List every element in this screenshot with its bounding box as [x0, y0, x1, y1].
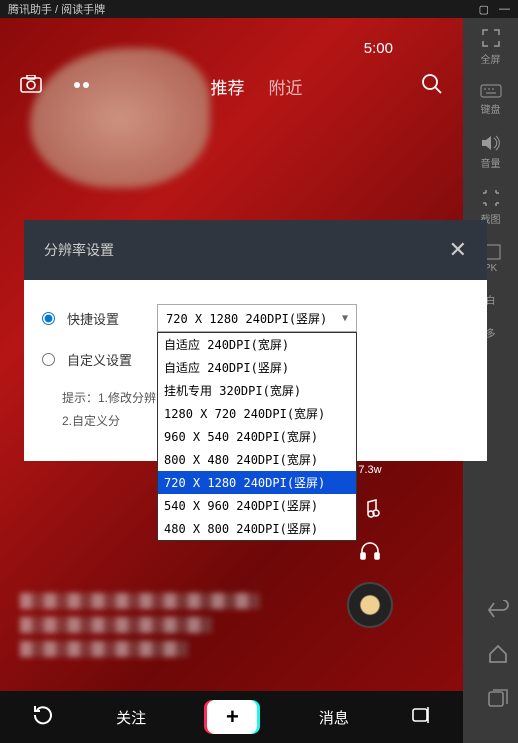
search-icon[interactable]: [421, 73, 443, 100]
app-title: 腾讯助手 / 阅读手牌: [8, 1, 105, 17]
radio-quick[interactable]: [42, 312, 55, 325]
dropdown-option[interactable]: 1280 X 720 240DPI(宽屏): [158, 402, 356, 425]
select-value: 720 X 1280 240DPI(竖屏): [166, 310, 327, 327]
radio-quick-label: 快捷设置: [67, 309, 119, 328]
sidebar-label: 白: [486, 292, 496, 307]
dropdown-option[interactable]: 960 X 540 240DPI(宽屏): [158, 425, 356, 448]
tab-recommend[interactable]: 推荐: [211, 74, 245, 99]
music-disc[interactable]: [347, 582, 393, 628]
nav-create-button[interactable]: +: [207, 700, 257, 734]
tab-nearby[interactable]: 附近: [269, 74, 303, 99]
dropdown-option[interactable]: 自适应 240DPI(竖屏): [158, 356, 356, 379]
share-count: 7.3w: [358, 464, 381, 476]
sidebar-fullscreen[interactable]: 全屏: [481, 28, 501, 66]
dropdown-option[interactable]: 480 X 800 240DPI(竖屏): [158, 517, 356, 540]
title-icon-2[interactable]: —: [499, 3, 510, 16]
video-caption: [20, 593, 260, 653]
sidebar-white[interactable]: 白: [486, 292, 496, 307]
nav-messages[interactable]: 消息: [319, 707, 349, 728]
title-icon-1[interactable]: ▢: [479, 3, 489, 16]
sidebar-volume[interactable]: 音量: [481, 134, 501, 170]
radio-custom[interactable]: [42, 353, 55, 366]
sidebar-label: 音量: [481, 155, 501, 170]
resolution-dropdown: 自适应 240DPI(宽屏)自适应 240DPI(竖屏)挂机专用 320DPI(…: [157, 332, 357, 541]
close-icon[interactable]: ✕: [449, 237, 467, 263]
sidebar-more[interactable]: 多: [486, 325, 496, 340]
resolution-dialog: 分辨率设置 ✕ 快捷设置 720 X 1280 240DPI(竖屏) ▼ 自适应…: [24, 220, 487, 461]
sidebar-label: 键盘: [481, 101, 501, 116]
status-time: 5:00: [364, 40, 393, 57]
sidebar-label: 多: [486, 325, 496, 340]
recents-icon[interactable]: [487, 688, 509, 713]
camera-icon[interactable]: [20, 75, 42, 98]
dropdown-option[interactable]: 720 X 1280 240DPI(竖屏): [158, 471, 356, 494]
home-icon[interactable]: [487, 643, 509, 670]
nav-follow[interactable]: 关注: [116, 707, 146, 728]
chevron-down-icon: ▼: [342, 313, 348, 324]
dialog-title: 分辨率设置: [44, 240, 114, 260]
music-icon[interactable]: [360, 498, 380, 518]
nav-more-icon[interactable]: [410, 704, 432, 730]
headphones-icon[interactable]: [359, 540, 381, 560]
radio-custom-label: 自定义设置: [67, 350, 132, 369]
resolution-select[interactable]: 720 X 1280 240DPI(竖屏) ▼: [157, 304, 357, 332]
dropdown-option[interactable]: 自适应 240DPI(宽屏): [158, 333, 356, 356]
dropdown-option[interactable]: 挂机专用 320DPI(宽屏): [158, 379, 356, 402]
emulator-nav-buttons: [486, 600, 510, 713]
dropdown-option[interactable]: 540 X 960 240DPI(竖屏): [158, 494, 356, 517]
top-nav: 推荐 附近: [0, 73, 463, 100]
window-title-bar: 腾讯助手 / 阅读手牌 ▢ —: [0, 0, 518, 18]
live-icon[interactable]: [72, 78, 92, 96]
sidebar-keyboard[interactable]: 键盘: [480, 84, 502, 116]
dropdown-option[interactable]: 800 X 480 240DPI(宽屏): [158, 448, 356, 471]
back-icon[interactable]: [486, 600, 510, 625]
sidebar-label: 全屏: [481, 51, 501, 66]
bottom-nav: 关注 + 消息: [0, 691, 463, 743]
nav-refresh-icon[interactable]: [31, 703, 55, 731]
